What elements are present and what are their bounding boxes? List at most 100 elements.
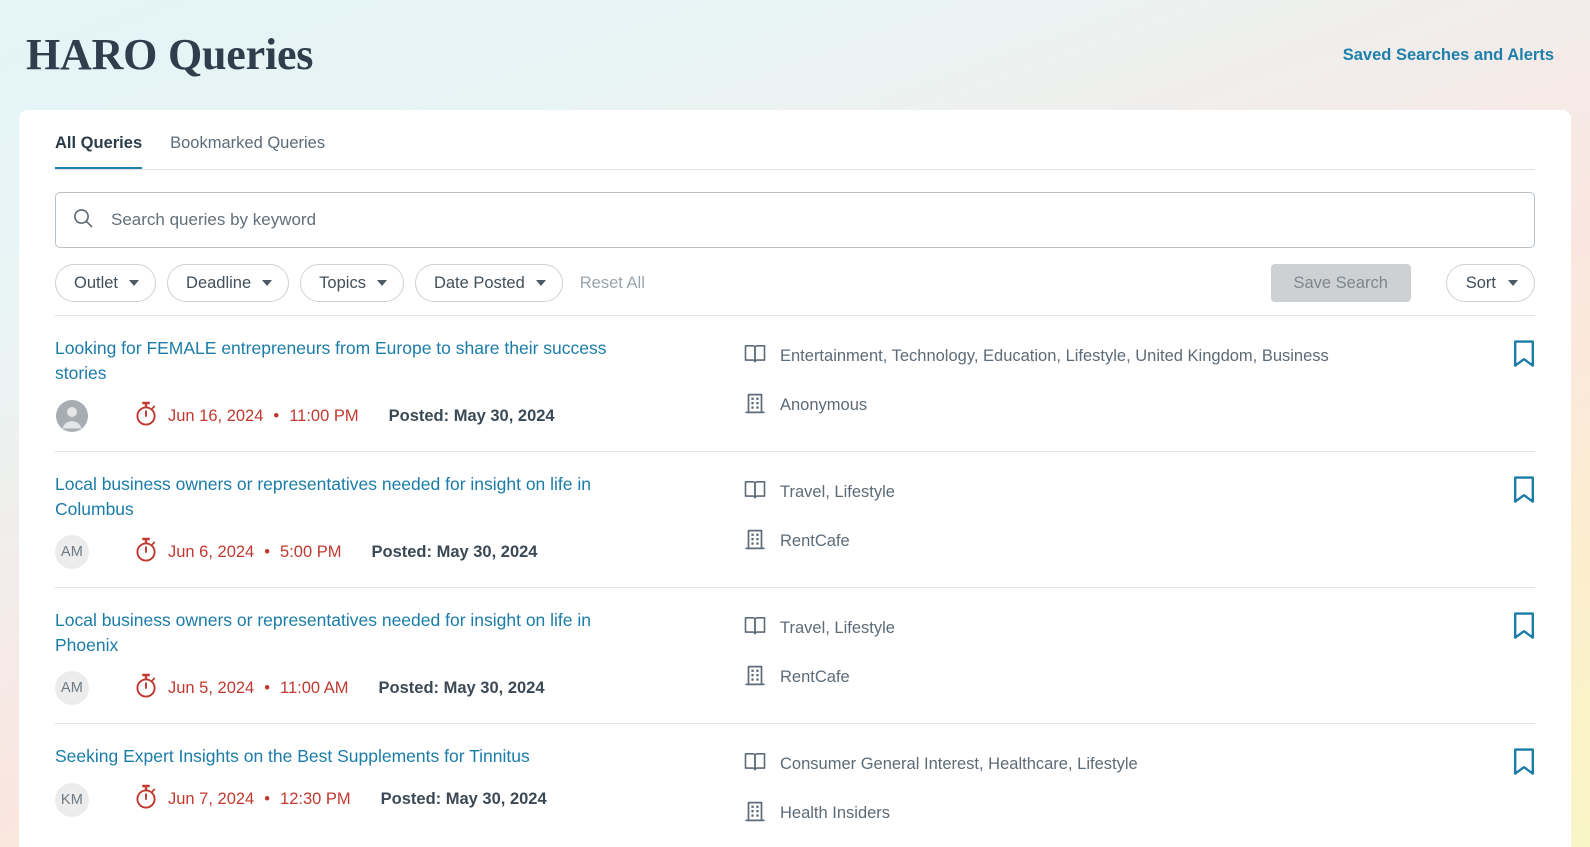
outlet-line: RentCafe — [743, 527, 1489, 556]
outlet-text: RentCafe — [780, 667, 850, 688]
book-icon — [743, 750, 767, 779]
outlet-text: RentCafe — [780, 531, 850, 552]
query-main-column: Local business owners or representatives… — [55, 608, 743, 705]
topics-text: Consumer General Interest, Healthcare, L… — [780, 754, 1138, 775]
deadline-date: Jun 6, 2024 — [168, 543, 254, 562]
stopwatch-icon — [134, 673, 158, 704]
topics-line: Travel, Lifestyle — [743, 614, 1489, 643]
table-row[interactable]: Local business owners or representatives… — [55, 452, 1535, 588]
book-icon — [743, 478, 767, 507]
search-section — [55, 192, 1535, 248]
chevron-down-icon — [129, 280, 139, 286]
chevron-down-icon — [1508, 280, 1518, 286]
page-title: HARO Queries — [26, 33, 313, 77]
reset-all-button[interactable]: Reset All — [580, 274, 645, 293]
building-icon — [743, 527, 767, 556]
tab-bar: All Queries Bookmarked Queries — [19, 110, 1571, 170]
outlet-text: Health Insiders — [780, 803, 890, 824]
bookmark-icon[interactable] — [1513, 476, 1535, 504]
avatar: KM — [55, 783, 89, 817]
filter-date-posted-label: Date Posted — [434, 274, 525, 293]
query-list: Looking for FEMALE entrepreneurs from Eu… — [19, 316, 1571, 846]
query-main-column: Looking for FEMALE entrepreneurs from Eu… — [55, 336, 743, 433]
query-bookmark-column — [1489, 472, 1535, 504]
deadline-date: Jun 5, 2024 — [168, 679, 254, 698]
deadline-date: Jun 7, 2024 — [168, 790, 254, 809]
query-info-column: Consumer General Interest, Healthcare, L… — [743, 744, 1489, 828]
deadline-time: 11:00 PM — [289, 407, 358, 426]
search-box[interactable] — [55, 192, 1535, 248]
building-icon — [743, 799, 767, 828]
stopwatch-icon — [134, 537, 158, 568]
bookmark-icon[interactable] — [1513, 748, 1535, 776]
book-icon — [743, 342, 767, 371]
avatar — [55, 399, 89, 433]
topics-line: Entertainment, Technology, Education, Li… — [743, 342, 1489, 371]
chevron-down-icon — [536, 280, 546, 286]
posted-date: Posted: May 30, 2024 — [379, 679, 545, 698]
query-meta: KM Jun 7, 2024 • — [55, 783, 729, 817]
stopwatch-icon — [134, 401, 158, 432]
query-main-column: Local business owners or representatives… — [55, 472, 743, 569]
posted-date: Posted: May 30, 2024 — [371, 543, 537, 562]
saved-searches-and-alerts-link[interactable]: Saved Searches and Alerts — [1343, 46, 1554, 65]
bookmark-icon[interactable] — [1513, 612, 1535, 640]
filter-row: Outlet Deadline Topics Date Posted Reset… — [55, 263, 1535, 303]
filter-topics[interactable]: Topics — [300, 264, 404, 302]
sort-label: Sort — [1466, 274, 1496, 293]
deadline-time: 11:00 AM — [280, 679, 349, 698]
query-title-link[interactable]: Looking for FEMALE entrepreneurs from Eu… — [55, 336, 635, 385]
save-search-button[interactable]: Save Search — [1271, 264, 1411, 302]
sort-dropdown[interactable]: Sort — [1446, 264, 1535, 302]
table-row[interactable]: Local business owners or representatives… — [55, 588, 1535, 724]
page-header: HARO Queries Saved Searches and Alerts — [0, 0, 1590, 110]
chevron-down-icon — [262, 280, 272, 286]
tab-all-queries[interactable]: All Queries — [55, 134, 142, 170]
query-main-column: Seeking Expert Insights on the Best Supp… — [55, 744, 743, 817]
outlet-text: Anonymous — [780, 395, 867, 416]
building-icon — [743, 663, 767, 692]
stopwatch-icon — [134, 784, 158, 815]
avatar: AM — [55, 671, 89, 705]
query-info-column: Entertainment, Technology, Education, Li… — [743, 336, 1489, 420]
bookmark-icon[interactable] — [1513, 340, 1535, 368]
deadline-group: Jun 16, 2024 • 11:00 PM — [134, 401, 359, 432]
search-icon — [72, 207, 94, 234]
query-info-column: Travel, Lifestyle — [743, 472, 1489, 556]
query-meta: Jun 16, 2024 • 11:00 PM Posted: May 30, … — [55, 399, 729, 433]
building-icon — [743, 391, 767, 420]
filter-topics-label: Topics — [319, 274, 366, 293]
deadline-group: Jun 7, 2024 • 12:30 PM — [134, 784, 351, 815]
chevron-down-icon — [377, 280, 387, 286]
avatar: AM — [55, 535, 89, 569]
query-bookmark-column — [1489, 336, 1535, 368]
topics-line: Travel, Lifestyle — [743, 478, 1489, 507]
query-title-link[interactable]: Local business owners or representatives… — [55, 472, 635, 521]
topics-line: Consumer General Interest, Healthcare, L… — [743, 750, 1489, 779]
tab-bar-divider — [55, 169, 1535, 170]
topics-text: Entertainment, Technology, Education, Li… — [780, 346, 1329, 367]
filter-date-posted[interactable]: Date Posted — [415, 264, 563, 302]
deadline-time: 5:00 PM — [280, 543, 341, 562]
filter-deadline[interactable]: Deadline — [167, 264, 289, 302]
deadline-separator: • — [264, 543, 270, 562]
outlet-line: RentCafe — [743, 663, 1489, 692]
query-title-link[interactable]: Local business owners or representatives… — [55, 608, 635, 657]
table-row[interactable]: Looking for FEMALE entrepreneurs from Eu… — [55, 316, 1535, 452]
book-icon — [743, 614, 767, 643]
queries-card: All Queries Bookmarked Queries Outlet De… — [19, 110, 1571, 847]
deadline-date: Jun 16, 2024 — [168, 407, 263, 426]
query-meta: AM Jun 6, 2024 • — [55, 535, 729, 569]
deadline-group: Jun 5, 2024 • 11:00 AM — [134, 673, 349, 704]
deadline-separator: • — [264, 679, 270, 698]
table-row[interactable]: Seeking Expert Insights on the Best Supp… — [55, 724, 1535, 846]
query-title-link[interactable]: Seeking Expert Insights on the Best Supp… — [55, 744, 635, 769]
deadline-time: 12:30 PM — [280, 790, 351, 809]
filter-outlet[interactable]: Outlet — [55, 264, 156, 302]
tab-bookmarked-queries[interactable]: Bookmarked Queries — [170, 134, 325, 170]
deadline-separator: • — [264, 790, 270, 809]
search-input[interactable] — [111, 210, 1518, 230]
posted-date: Posted: May 30, 2024 — [381, 790, 547, 809]
query-bookmark-column — [1489, 608, 1535, 640]
topics-text: Travel, Lifestyle — [780, 482, 895, 503]
